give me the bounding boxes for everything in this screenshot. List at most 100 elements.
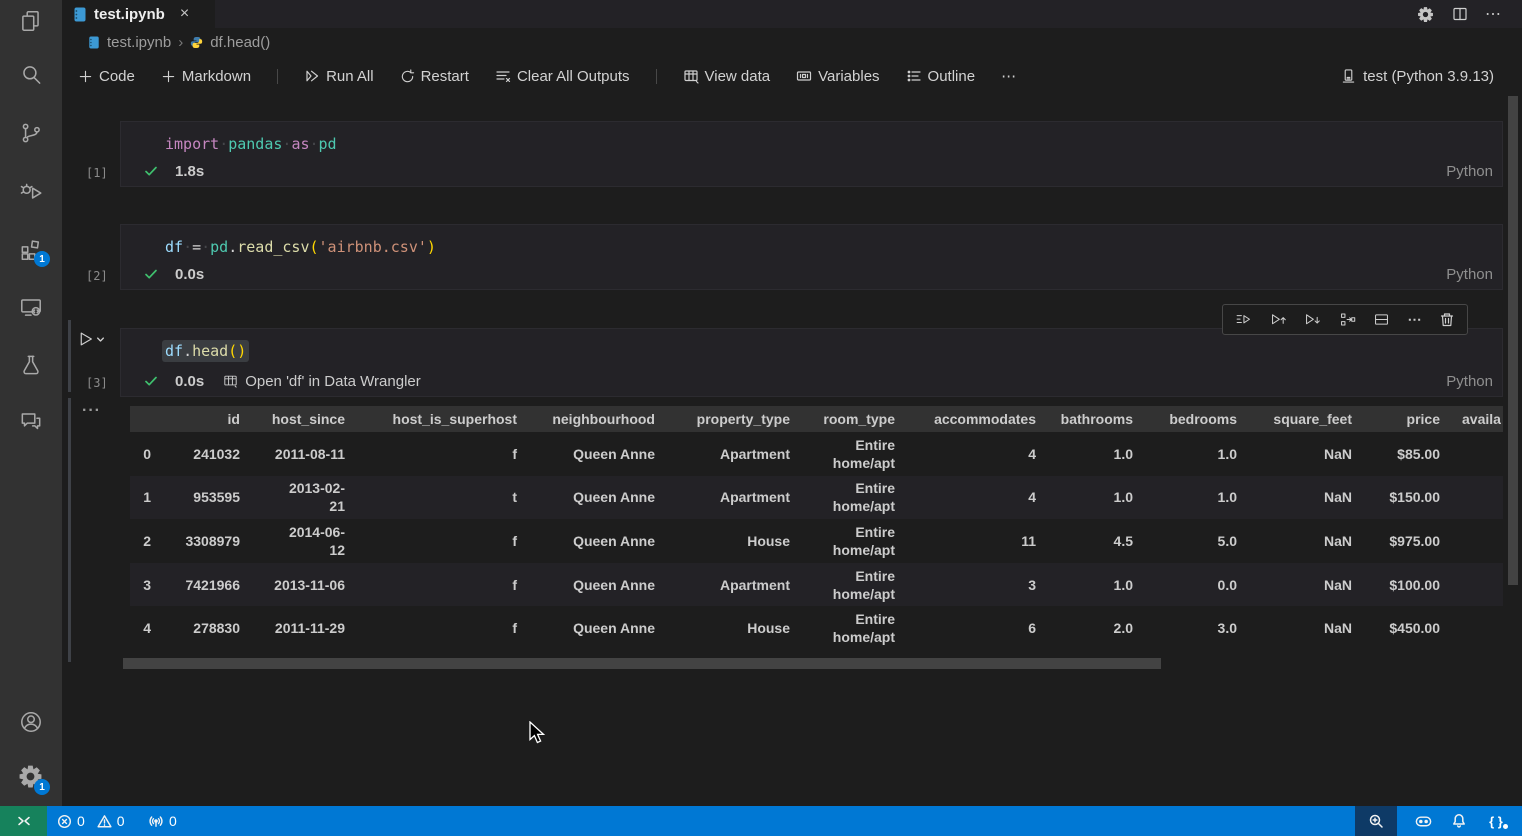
table-cell: 4	[902, 488, 1043, 506]
table-cell: 4	[130, 619, 158, 637]
errors-icon	[57, 814, 72, 829]
data-wrangler-action[interactable]: Open 'df' in Data Wrangler	[245, 373, 421, 390]
split-cell-icon[interactable]	[1373, 311, 1390, 328]
editor-settings-gear-icon[interactable]	[1411, 0, 1439, 28]
notebook-cell-2[interactable]: df·=·pd.read_csv('airbnb.csv')0.0sPython	[120, 224, 1503, 290]
tab-close-icon[interactable]: ×	[180, 5, 189, 23]
execute-above-icon[interactable]	[1235, 311, 1252, 328]
run-all-button[interactable]: Run All	[304, 68, 374, 85]
warnings-count: 0	[117, 813, 125, 829]
table-cell: 2.0	[1043, 619, 1140, 637]
status-bar: 0 0 0 { }	[0, 806, 1522, 836]
zoom-status-button[interactable]	[1355, 806, 1397, 836]
search-icon[interactable]	[18, 62, 44, 88]
zoom-icon	[1368, 813, 1384, 829]
table-cell: $150.00	[1359, 488, 1447, 506]
cell-code[interactable]: df.head()	[165, 341, 246, 362]
clear-all-outputs-button[interactable]: Clear All Outputs	[495, 68, 630, 85]
table-cell: 2011-08-11	[247, 445, 352, 463]
settings-gear-icon[interactable]: 1	[18, 764, 44, 790]
run-cell-button[interactable]	[77, 330, 105, 348]
settings-badge: 1	[34, 779, 50, 795]
table-cell: NaN	[1244, 532, 1359, 550]
execution-count: [2]	[86, 269, 108, 283]
breadcrumb-symbol[interactable]: df.head()	[210, 34, 270, 51]
tab-more-actions-icon[interactable]: ⋯	[1479, 0, 1507, 28]
toolbar-separator	[656, 69, 657, 84]
table-cell: NaN	[1244, 619, 1359, 637]
move-cell-icon[interactable]	[1339, 311, 1356, 328]
testing-icon[interactable]	[18, 352, 44, 378]
source-control-icon[interactable]	[18, 120, 44, 146]
table-cell: Queen Anne	[524, 619, 662, 637]
view-data-icon	[683, 68, 699, 84]
kernel-picker[interactable]: test (Python 3.9.13)	[1341, 58, 1494, 94]
comments-icon[interactable]	[18, 408, 44, 434]
delete-cell-icon[interactable]	[1439, 311, 1455, 328]
table-cell: 7421966	[158, 576, 247, 594]
notebook-cell-3[interactable]: df.head() 0.0s Open 'df' in Data Wrangler P…	[120, 328, 1503, 397]
cell-code[interactable]: df·=·pd.read_csv('airbnb.csv')	[165, 237, 436, 258]
table-cell: House	[662, 619, 797, 637]
extensions-badge: 1	[34, 251, 50, 267]
problems-status[interactable]: 0 0	[57, 806, 125, 836]
cell-focus-bar-output	[68, 398, 71, 662]
table-cell: 2013-02- 21	[247, 479, 352, 515]
table-cell: Apartment	[662, 445, 797, 463]
add-markdown-button[interactable]: Markdown	[161, 68, 251, 85]
cell-more-actions-icon[interactable]: ⋯	[1408, 311, 1422, 328]
success-check-icon	[144, 164, 158, 178]
cell-duration: 1.8s	[175, 163, 204, 180]
remote-explorer-icon[interactable]	[18, 294, 44, 320]
tab-bar: test.ipynb × ⋯	[62, 0, 1522, 28]
add-code-button[interactable]: Code	[78, 68, 135, 85]
cell-language-picker[interactable]: Python	[1446, 266, 1493, 283]
tab-test-ipynb[interactable]: test.ipynb ×	[62, 0, 215, 28]
table-cell: Entire home/apt	[797, 610, 902, 646]
restart-button[interactable]: Restart	[400, 68, 469, 85]
output-more-actions-icon[interactable]: ···	[82, 402, 101, 420]
table-cell: 2	[130, 532, 158, 550]
bell-icon	[1451, 813, 1467, 829]
notebook-cell-1[interactable]: import·pandas·as·pd 1.8s Python	[120, 121, 1503, 187]
tab-title: test.ipynb	[94, 6, 165, 23]
cell-language-picker[interactable]: Python	[1446, 373, 1493, 390]
execute-cells-above-icon[interactable]	[1270, 311, 1287, 328]
table-cell: 1	[130, 488, 158, 506]
table-cell: 6	[902, 619, 1043, 637]
outline-button[interactable]: Outline	[906, 68, 976, 85]
cell-duration: 0.0s	[175, 373, 204, 390]
table-cell: Queen Anne	[524, 532, 662, 550]
table-cell: 3	[902, 576, 1043, 594]
activity-bar: 1 1	[0, 0, 62, 806]
view-data-button[interactable]: View data	[683, 68, 771, 85]
remote-indicator[interactable]	[0, 806, 47, 836]
language-status-button[interactable]: { }	[1477, 806, 1515, 836]
execute-cell-and-below-icon[interactable]	[1304, 311, 1321, 328]
cell-language-picker[interactable]: Python	[1446, 163, 1493, 180]
cell-code[interactable]: import·pandas·as·pd	[165, 134, 337, 155]
split-editor-icon[interactable]	[1446, 0, 1474, 28]
breadcrumb-file[interactable]: test.ipynb	[107, 34, 171, 51]
column-header: property_type	[662, 406, 797, 432]
copilot-status-button[interactable]	[1405, 806, 1441, 836]
extensions-icon[interactable]: 1	[18, 236, 44, 262]
ports-status[interactable]: 0	[148, 806, 177, 836]
notebook-toolbar: Code Markdown Run All Restart Clear All …	[78, 58, 1016, 94]
table-cell: NaN	[1244, 576, 1359, 594]
table-horizontal-scrollbar[interactable]	[123, 658, 1161, 669]
account-icon[interactable]	[18, 709, 44, 735]
run-debug-icon[interactable]	[18, 179, 44, 205]
execution-count: [1]	[86, 166, 108, 180]
toolbar-more-icon[interactable]: ⋯	[1001, 67, 1016, 85]
explorer-icon[interactable]	[18, 8, 44, 34]
column-header: bedrooms	[1140, 406, 1244, 432]
editor-vertical-scrollbar[interactable]	[1508, 96, 1518, 585]
variables-button[interactable]: Variables	[796, 68, 879, 85]
table-cell: Apartment	[662, 576, 797, 594]
run-dropdown-chevron-icon[interactable]	[96, 335, 105, 344]
breadcrumb-separator: ›	[178, 34, 183, 51]
notifications-bell-button[interactable]	[1441, 806, 1477, 836]
column-header	[130, 406, 158, 432]
column-header: availa	[1447, 406, 1503, 432]
